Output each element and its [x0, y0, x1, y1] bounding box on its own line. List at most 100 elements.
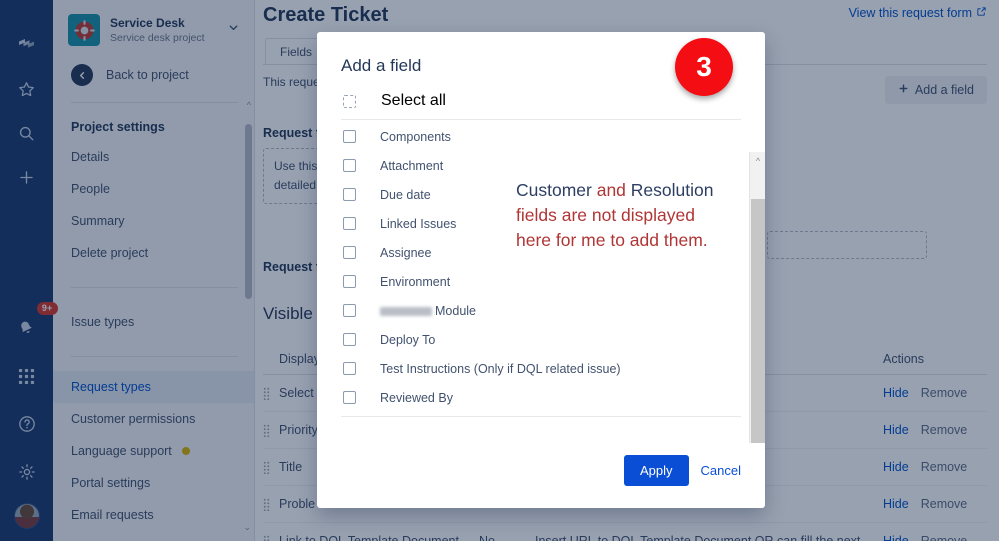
chevron-down-icon[interactable]: [227, 21, 244, 39]
sidebar-item-summary[interactable]: Summary: [53, 205, 254, 237]
hide-link[interactable]: Hide: [883, 534, 909, 541]
sidebar-item-label: Email requests: [71, 508, 154, 522]
sidebar-scrollbar[interactable]: ^ ⌄: [243, 100, 252, 533]
remove-link[interactable]: Remove: [921, 423, 968, 437]
select-all-checkbox[interactable]: [343, 94, 356, 108]
chevron-up-icon[interactable]: ^: [247, 100, 251, 110]
remove-link[interactable]: Remove: [921, 534, 968, 541]
field-option-assignee[interactable]: Assignee: [341, 238, 741, 267]
field-option-module[interactable]: Module: [341, 296, 741, 325]
apply-button[interactable]: Apply: [624, 455, 689, 486]
sidebar-item-details[interactable]: Details: [53, 141, 254, 173]
sidebar-item-label: Issue types: [71, 315, 135, 329]
checkbox[interactable]: [343, 304, 356, 317]
checkbox[interactable]: [343, 188, 356, 201]
select-all-row[interactable]: Select all: [341, 86, 741, 120]
add-a-field-button[interactable]: Add a field: [884, 76, 987, 104]
sidebar-scrollbar-thumb[interactable]: [245, 124, 252, 299]
field-option-label: Environment: [380, 274, 451, 289]
drag-handle-icon: [263, 461, 270, 474]
field-option-components[interactable]: Components: [341, 122, 741, 151]
field-description: Insert URL to DQL Template Document OR c…: [535, 534, 861, 541]
sidebar-item-email-requests[interactable]: Email requests: [53, 499, 254, 531]
field-search-input[interactable]: [767, 231, 927, 259]
list-bottom-divider: [341, 416, 741, 417]
remove-link[interactable]: Remove: [921, 497, 968, 511]
redaction-blur: [380, 306, 432, 316]
sidebar-item-people[interactable]: People: [53, 173, 254, 205]
remove-link[interactable]: Remove: [921, 460, 968, 474]
field-option-linked-issues[interactable]: Linked Issues: [341, 209, 741, 238]
sidebar-item-project-settings[interactable]: Project settings: [53, 111, 254, 141]
rail-bottom-group: 9+: [10, 302, 58, 529]
drag-handle[interactable]: [263, 385, 279, 400]
sidebar-item-language-support[interactable]: Language support: [53, 435, 254, 467]
sidebar-divider: [71, 356, 238, 357]
chevron-down-icon[interactable]: ⌄: [243, 522, 251, 533]
notifications-bell-icon[interactable]: 9+: [10, 302, 58, 345]
dialog-scrollbar-thumb[interactable]: [751, 199, 765, 443]
add-a-field-label: Add a field: [914, 83, 974, 97]
sidebar-item-customer-permissions[interactable]: Customer permissions: [53, 403, 254, 435]
checkbox[interactable]: [343, 246, 356, 259]
hide-link[interactable]: Hide: [883, 460, 909, 474]
sidebar-item-issue-types[interactable]: Issue types: [53, 306, 254, 338]
drag-handle-icon: [263, 387, 270, 400]
dialog-body: Select all Components Attachment Due dat…: [317, 86, 765, 443]
sidebar-item-label: Summary: [71, 214, 125, 228]
drag-handle[interactable]: [263, 459, 279, 474]
sidebar-item-portal-settings[interactable]: Portal settings: [53, 467, 254, 499]
sidebar-item-label: Project settings: [71, 120, 165, 134]
field-option-environment[interactable]: Environment: [341, 267, 741, 296]
help-icon[interactable]: [10, 407, 44, 441]
project-switcher[interactable]: Service Desk Service desk project: [53, 0, 254, 56]
plus-icon: [898, 83, 909, 97]
checkbox[interactable]: [343, 362, 356, 375]
drag-column-header: [263, 352, 279, 366]
checkbox[interactable]: [343, 333, 356, 346]
jira-logo-icon[interactable]: [10, 28, 44, 62]
field-option-label: Linked Issues: [380, 216, 457, 231]
search-icon[interactable]: [10, 116, 44, 150]
field-option-label: Test Instructions (Only if DQL related i…: [380, 361, 621, 376]
settings-gear-icon[interactable]: [10, 455, 44, 489]
field-option-reviewed-by[interactable]: Reviewed By: [341, 383, 741, 412]
user-avatar[interactable]: [13, 503, 40, 529]
sidebar-item-request-types[interactable]: Request types: [53, 371, 254, 403]
drag-handle[interactable]: [263, 422, 279, 437]
sidebar-item-label: Details: [71, 150, 110, 164]
sidebar-item-delete-project[interactable]: Delete project: [53, 237, 254, 269]
row-actions: Hide Remove: [883, 459, 987, 475]
view-request-form-link[interactable]: View this request form: [849, 6, 987, 20]
app-switcher-icon[interactable]: [10, 359, 44, 393]
row-actions: Hide Remove: [883, 385, 987, 401]
dialog-scrollbar[interactable]: ^ ⌄: [749, 152, 765, 443]
scroll-up-arrow-icon[interactable]: ^: [750, 152, 765, 169]
hide-link[interactable]: Hide: [883, 386, 909, 400]
checkbox[interactable]: [343, 159, 356, 172]
checkbox[interactable]: [343, 217, 356, 230]
sidebar-nav-list: Project settings Details People Summary …: [53, 100, 254, 533]
back-to-project-link[interactable]: Back to project: [53, 58, 254, 92]
checkbox[interactable]: [343, 391, 356, 404]
hide-link[interactable]: Hide: [883, 423, 909, 437]
back-to-project-label: Back to project: [106, 68, 189, 82]
cancel-button[interactable]: Cancel: [701, 463, 741, 478]
project-sidebar: Service Desk Service desk project Back t…: [53, 0, 255, 541]
drag-handle[interactable]: [263, 533, 279, 541]
field-option-due-date[interactable]: Due date: [341, 180, 741, 209]
drag-handle[interactable]: [263, 496, 279, 511]
create-plus-icon[interactable]: [10, 160, 44, 194]
checkbox[interactable]: [343, 130, 356, 143]
checkbox[interactable]: [343, 275, 356, 288]
hide-link[interactable]: Hide: [883, 497, 909, 511]
drag-handle-icon: [263, 535, 270, 541]
field-option-attachment[interactable]: Attachment: [341, 151, 741, 180]
field-option-test-instructions[interactable]: Test Instructions (Only if DQL related i…: [341, 354, 741, 383]
star-icon[interactable]: [10, 72, 44, 106]
remove-link[interactable]: Remove: [921, 386, 968, 400]
lifebuoy-project-icon: [68, 14, 100, 46]
field-option-deploy-to[interactable]: Deploy To: [341, 325, 741, 354]
page-title: Create Ticket: [263, 4, 389, 26]
table-row[interactable]: Link to DQL Template Document No Insert …: [263, 523, 987, 541]
